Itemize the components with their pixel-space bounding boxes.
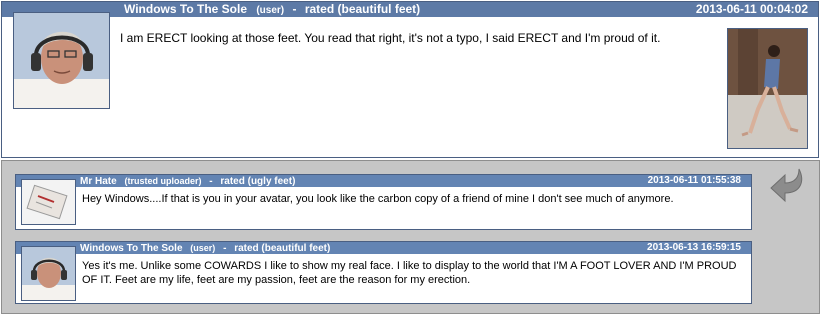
- author-name[interactable]: Windows To The Sole: [124, 2, 247, 16]
- author-avatar[interactable]: [13, 12, 110, 109]
- header-separator: -: [292, 2, 297, 16]
- header-separator: -: [223, 243, 227, 254]
- author-role: (user): [256, 5, 285, 16]
- reply-date: 2013-06-11 01:55:38: [647, 175, 741, 186]
- reply-author-link[interactable]: Windows To The Sole (user) - rated (beau…: [80, 242, 330, 255]
- reply-rating: rated (beautiful feet): [234, 243, 331, 254]
- avatar-portrait: [14, 13, 109, 108]
- author-name[interactable]: Mr Hate: [80, 176, 117, 187]
- reply-text: Hey Windows....If that is you in your av…: [82, 193, 674, 205]
- author-name[interactable]: Windows To The Sole: [80, 243, 183, 254]
- author-role: (user): [190, 243, 216, 253]
- comment-text: I am ERECT looking at those feet. You re…: [120, 31, 661, 45]
- comment-rating: rated (beautiful feet): [304, 2, 421, 16]
- replies-container: Mr Hate (trusted uploader) - rated (ugly…: [1, 160, 820, 314]
- reply-header: Windows To The Sole (user) - rated (beau…: [16, 242, 751, 254]
- header-separator: -: [209, 176, 213, 187]
- reply-date: 2013-06-13 16:59:15: [647, 242, 741, 253]
- reply-avatar[interactable]: [21, 179, 76, 225]
- avatar-portrait: [22, 247, 75, 300]
- reply-item: Mr Hate (trusted uploader) - rated (ugly…: [15, 174, 752, 230]
- avatar-image: [22, 180, 75, 224]
- reply-arrow-icon: [770, 168, 803, 203]
- comment-date: 2013-06-11 00:04:02: [695, 2, 808, 16]
- main-comment: Windows To The Sole (user) - rated (beau…: [1, 1, 819, 158]
- reply-rating: rated (ugly feet): [220, 176, 296, 187]
- reply-author-link[interactable]: Mr Hate (trusted uploader) - rated (ugly…: [80, 175, 295, 188]
- reply-avatar[interactable]: [21, 246, 76, 301]
- rated-photo-thumbnail[interactable]: [727, 28, 808, 149]
- author-role: (trusted uploader): [124, 176, 202, 186]
- reply-header: Mr Hate (trusted uploader) - rated (ugly…: [16, 175, 751, 187]
- comment-author-link[interactable]: Windows To The Sole (user) - rated (beau…: [124, 2, 420, 18]
- reply-text: Yes it's me. Unlike some COWARDS I like …: [82, 260, 737, 286]
- main-comment-header: Windows To The Sole (user) - rated (beau…: [2, 2, 818, 17]
- reply-item: Windows To The Sole (user) - rated (beau…: [15, 241, 752, 304]
- photo-image: [728, 29, 807, 148]
